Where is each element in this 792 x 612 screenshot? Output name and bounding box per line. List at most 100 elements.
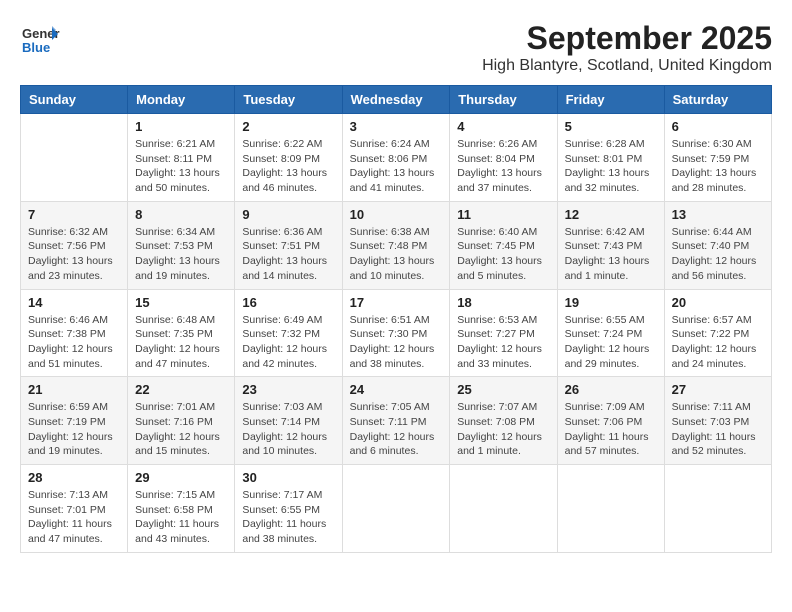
col-header-monday: Monday	[128, 86, 235, 114]
day-cell: 18 Sunrise: 6:53 AM Sunset: 7:27 PM Dayli…	[450, 289, 557, 377]
day-number: 14	[28, 295, 120, 310]
day-number: 26	[565, 382, 657, 397]
day-cell: 10Sunrise: 6:38 AM Sunset: 7:48 PM Dayli…	[342, 201, 450, 289]
day-info: Sunrise: 6:55 AM Sunset: 7:24 PM Dayligh…	[565, 313, 657, 372]
day-info: Sunrise: 6:59 AM Sunset: 7:19 PM Dayligh…	[28, 400, 120, 459]
day-cell: 16 Sunrise: 6:49 AM Sunset: 7:32 PM Dayli…	[235, 289, 342, 377]
day-number: 19	[565, 295, 657, 310]
day-cell: 12 Sunrise: 6:42 AM Sunset: 7:43 PM Dayli…	[557, 201, 664, 289]
month-title: September 2025	[482, 20, 772, 57]
day-number: 6	[672, 119, 764, 134]
day-number: 16	[242, 295, 334, 310]
day-cell: 2 Sunrise: 6:22 AM Sunset: 8:09 PM Daylig…	[235, 114, 342, 202]
day-cell: 21 Sunrise: 6:59 AM Sunset: 7:19 PM Dayli…	[21, 377, 128, 465]
day-info: Sunrise: 6:34 AM Sunset: 7:53 PM Dayligh…	[135, 225, 227, 284]
day-number: 20	[672, 295, 764, 310]
day-info: Sunrise: 7:13 AM Sunset: 7:01 PM Dayligh…	[28, 488, 120, 547]
day-info: Sunrise: 7:17 AM Sunset: 6:55 PM Dayligh…	[242, 488, 334, 547]
day-cell	[450, 465, 557, 553]
day-info: Sunrise: 6:22 AM Sunset: 8:09 PM Dayligh…	[242, 137, 334, 196]
day-cell: 11 Sunrise: 6:40 AM Sunset: 7:45 PM Dayli…	[450, 201, 557, 289]
day-info: Sunrise: 7:05 AM Sunset: 7:11 PM Dayligh…	[350, 400, 443, 459]
day-info: Sunrise: 6:57 AM Sunset: 7:22 PM Dayligh…	[672, 313, 764, 372]
day-number: 28	[28, 470, 120, 485]
day-cell	[342, 465, 450, 553]
day-cell: 9 Sunrise: 6:36 AM Sunset: 7:51 PM Daylig…	[235, 201, 342, 289]
col-header-friday: Friday	[557, 86, 664, 114]
day-info: Sunrise: 6:49 AM Sunset: 7:32 PM Dayligh…	[242, 313, 334, 372]
day-cell: 30Sunrise: 7:17 AM Sunset: 6:55 PM Dayli…	[235, 465, 342, 553]
day-cell: 7 Sunrise: 6:32 AM Sunset: 7:56 PM Daylig…	[21, 201, 128, 289]
day-number: 15	[135, 295, 227, 310]
day-number: 3	[350, 119, 443, 134]
week-row-4: 21 Sunrise: 6:59 AM Sunset: 7:19 PM Dayli…	[21, 377, 772, 465]
col-header-sunday: Sunday	[21, 86, 128, 114]
day-number: 12	[565, 207, 657, 222]
day-cell: 8 Sunrise: 6:34 AM Sunset: 7:53 PM Daylig…	[128, 201, 235, 289]
day-cell: 25Sunrise: 7:07 AM Sunset: 7:08 PM Dayli…	[450, 377, 557, 465]
day-cell: 15 Sunrise: 6:48 AM Sunset: 7:35 PM Dayli…	[128, 289, 235, 377]
header: General Blue September 2025 High Blantyr…	[20, 20, 772, 75]
day-info: Sunrise: 6:36 AM Sunset: 7:51 PM Dayligh…	[242, 225, 334, 284]
day-info: Sunrise: 6:21 AM Sunset: 8:11 PM Dayligh…	[135, 137, 227, 196]
day-cell: 3 Sunrise: 6:24 AM Sunset: 8:06 PM Daylig…	[342, 114, 450, 202]
header-row: SundayMondayTuesdayWednesdayThursdayFrid…	[21, 86, 772, 114]
day-info: Sunrise: 6:46 AM Sunset: 7:38 PM Dayligh…	[28, 313, 120, 372]
day-cell: 28 Sunrise: 7:13 AM Sunset: 7:01 PM Dayli…	[21, 465, 128, 553]
day-info: Sunrise: 6:30 AM Sunset: 7:59 PM Dayligh…	[672, 137, 764, 196]
day-number: 4	[457, 119, 549, 134]
day-info: Sunrise: 6:40 AM Sunset: 7:45 PM Dayligh…	[457, 225, 549, 284]
day-number: 9	[242, 207, 334, 222]
day-number: 7	[28, 207, 120, 222]
week-row-5: 28 Sunrise: 7:13 AM Sunset: 7:01 PM Dayli…	[21, 465, 772, 553]
day-number: 17	[350, 295, 443, 310]
col-header-tuesday: Tuesday	[235, 86, 342, 114]
day-cell: 17 Sunrise: 6:51 AM Sunset: 7:30 PM Dayli…	[342, 289, 450, 377]
day-number: 22	[135, 382, 227, 397]
day-cell: 22 Sunrise: 7:01 AM Sunset: 7:16 PM Dayli…	[128, 377, 235, 465]
day-info: Sunrise: 6:53 AM Sunset: 7:27 PM Dayligh…	[457, 313, 549, 372]
day-cell: 19 Sunrise: 6:55 AM Sunset: 7:24 PM Dayli…	[557, 289, 664, 377]
day-cell: 23 Sunrise: 7:03 AM Sunset: 7:14 PM Dayli…	[235, 377, 342, 465]
day-cell	[557, 465, 664, 553]
day-number: 23	[242, 382, 334, 397]
day-info: Sunrise: 6:51 AM Sunset: 7:30 PM Dayligh…	[350, 313, 443, 372]
day-number: 21	[28, 382, 120, 397]
day-number: 1	[135, 119, 227, 134]
day-info: Sunrise: 6:32 AM Sunset: 7:56 PM Dayligh…	[28, 225, 120, 284]
day-info: Sunrise: 6:48 AM Sunset: 7:35 PM Dayligh…	[135, 313, 227, 372]
day-cell	[21, 114, 128, 202]
week-row-2: 7 Sunrise: 6:32 AM Sunset: 7:56 PM Daylig…	[21, 201, 772, 289]
day-number: 29	[135, 470, 227, 485]
location-title: High Blantyre, Scotland, United Kingdom	[482, 57, 772, 75]
day-cell: 13Sunrise: 6:44 AM Sunset: 7:40 PM Dayli…	[664, 201, 771, 289]
day-number: 27	[672, 382, 764, 397]
week-row-1: 1 Sunrise: 6:21 AM Sunset: 8:11 PM Daylig…	[21, 114, 772, 202]
day-info: Sunrise: 7:09 AM Sunset: 7:06 PM Dayligh…	[565, 400, 657, 459]
day-number: 5	[565, 119, 657, 134]
day-info: Sunrise: 6:24 AM Sunset: 8:06 PM Dayligh…	[350, 137, 443, 196]
day-number: 8	[135, 207, 227, 222]
col-header-thursday: Thursday	[450, 86, 557, 114]
title-section: September 2025 High Blantyre, Scotland, …	[482, 20, 772, 75]
svg-text:Blue: Blue	[22, 40, 50, 55]
day-cell: 14 Sunrise: 6:46 AM Sunset: 7:38 PM Dayli…	[21, 289, 128, 377]
day-cell: 29Sunrise: 7:15 AM Sunset: 6:58 PM Dayli…	[128, 465, 235, 553]
day-info: Sunrise: 7:07 AM Sunset: 7:08 PM Dayligh…	[457, 400, 549, 459]
day-cell: 26 Sunrise: 7:09 AM Sunset: 7:06 PM Dayli…	[557, 377, 664, 465]
logo: General Blue	[20, 20, 64, 60]
day-number: 18	[457, 295, 549, 310]
day-info: Sunrise: 6:42 AM Sunset: 7:43 PM Dayligh…	[565, 225, 657, 284]
day-cell: 6 Sunrise: 6:30 AM Sunset: 7:59 PM Daylig…	[664, 114, 771, 202]
day-info: Sunrise: 7:01 AM Sunset: 7:16 PM Dayligh…	[135, 400, 227, 459]
day-info: Sunrise: 7:11 AM Sunset: 7:03 PM Dayligh…	[672, 400, 764, 459]
day-cell: 27 Sunrise: 7:11 AM Sunset: 7:03 PM Dayli…	[664, 377, 771, 465]
logo-icon: General Blue	[20, 20, 60, 60]
day-number: 10	[350, 207, 443, 222]
day-info: Sunrise: 7:03 AM Sunset: 7:14 PM Dayligh…	[242, 400, 334, 459]
day-number: 11	[457, 207, 549, 222]
day-number: 2	[242, 119, 334, 134]
day-cell	[664, 465, 771, 553]
calendar: SundayMondayTuesdayWednesdayThursdayFrid…	[20, 85, 772, 553]
day-info: Sunrise: 6:44 AM Sunset: 7:40 PM Dayligh…	[672, 225, 764, 284]
